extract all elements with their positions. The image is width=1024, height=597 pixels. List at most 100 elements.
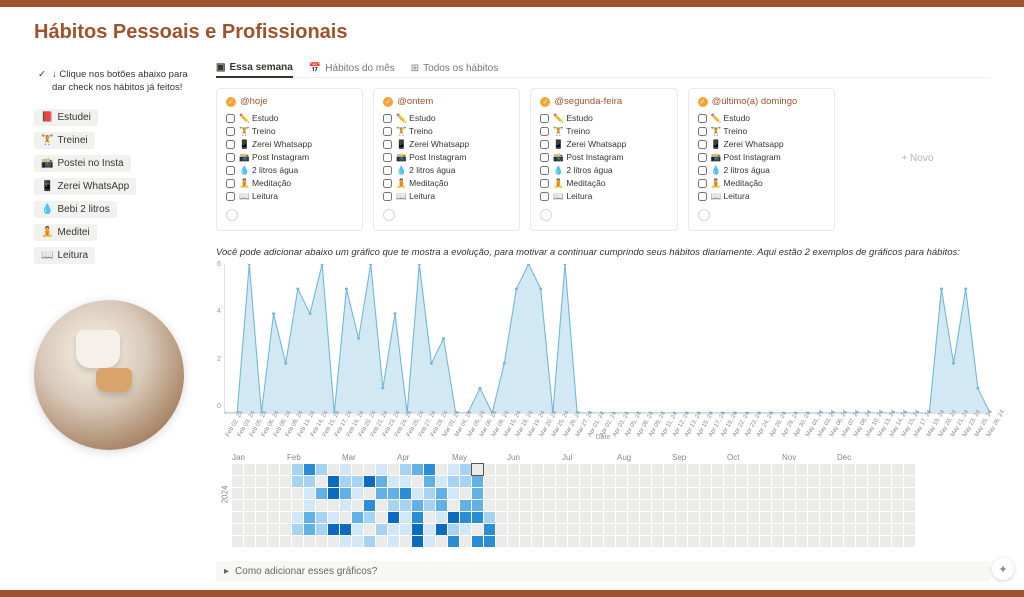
heatmap-cell[interactable] xyxy=(832,464,843,475)
heatmap-cell[interactable] xyxy=(892,464,903,475)
heatmap-cell[interactable] xyxy=(304,536,315,547)
heatmap-cell[interactable] xyxy=(496,500,507,511)
heatmap-cell[interactable] xyxy=(856,464,867,475)
heatmap-cell[interactable] xyxy=(256,464,267,475)
heatmap-cell[interactable] xyxy=(484,488,495,499)
heatmap-cell[interactable] xyxy=(844,476,855,487)
heatmap-cell[interactable] xyxy=(388,488,399,499)
heatmap-cell[interactable] xyxy=(316,500,327,511)
heatmap-cell[interactable] xyxy=(316,536,327,547)
heatmap-cell[interactable] xyxy=(640,500,651,511)
heatmap-cell[interactable] xyxy=(292,512,303,523)
heatmap-cell[interactable] xyxy=(544,488,555,499)
heatmap-cell[interactable] xyxy=(580,464,591,475)
heatmap-cell[interactable] xyxy=(532,464,543,475)
task-checkbox[interactable] xyxy=(540,192,549,201)
heatmap-cell[interactable] xyxy=(856,488,867,499)
heatmap-cell[interactable] xyxy=(676,512,687,523)
heatmap-cell[interactable] xyxy=(520,524,531,535)
heatmap-cell[interactable] xyxy=(556,464,567,475)
heatmap-cell[interactable] xyxy=(796,536,807,547)
heatmap-cell[interactable] xyxy=(232,512,243,523)
heatmap-cell[interactable] xyxy=(232,464,243,475)
heatmap-cell[interactable] xyxy=(868,512,879,523)
heatmap-cell[interactable] xyxy=(892,476,903,487)
heatmap-cell[interactable] xyxy=(724,512,735,523)
heatmap-cell[interactable] xyxy=(712,488,723,499)
heatmap-cell[interactable] xyxy=(832,488,843,499)
task-checkbox[interactable] xyxy=(226,114,235,123)
heatmap-cell[interactable] xyxy=(352,488,363,499)
heatmap-cell[interactable] xyxy=(772,464,783,475)
heatmap-cell[interactable] xyxy=(376,512,387,523)
heatmap-cell[interactable] xyxy=(484,464,495,475)
heatmap-cell[interactable] xyxy=(592,524,603,535)
heatmap-cell[interactable] xyxy=(316,512,327,523)
heatmap-cell[interactable] xyxy=(328,476,339,487)
heatmap-cell[interactable] xyxy=(676,488,687,499)
heatmap-cell[interactable] xyxy=(544,464,555,475)
heatmap-cell[interactable] xyxy=(280,512,291,523)
heatmap-cell[interactable] xyxy=(544,512,555,523)
heatmap-cell[interactable] xyxy=(280,488,291,499)
heatmap-cell[interactable] xyxy=(496,488,507,499)
heatmap-cell[interactable] xyxy=(484,524,495,535)
habit-check-button[interactable]: 🧘Meditei xyxy=(34,224,97,241)
heatmap-cell[interactable] xyxy=(448,476,459,487)
heatmap-cell[interactable] xyxy=(268,476,279,487)
heatmap-cell[interactable] xyxy=(412,536,423,547)
heatmap-cell[interactable] xyxy=(592,488,603,499)
heatmap-cell[interactable] xyxy=(244,500,255,511)
heatmap-cell[interactable] xyxy=(352,524,363,535)
heatmap-cell[interactable] xyxy=(892,524,903,535)
heatmap-cell[interactable] xyxy=(652,488,663,499)
heatmap-cell[interactable] xyxy=(808,464,819,475)
heatmap-cell[interactable] xyxy=(436,464,447,475)
heatmap-cell[interactable] xyxy=(796,524,807,535)
heatmap-cell[interactable] xyxy=(784,512,795,523)
heatmap-cell[interactable] xyxy=(556,524,567,535)
heatmap-cell[interactable] xyxy=(436,500,447,511)
heatmap-cell[interactable] xyxy=(628,488,639,499)
heatmap-cell[interactable] xyxy=(520,512,531,523)
heatmap-cell[interactable] xyxy=(448,488,459,499)
habit-check-button[interactable]: 📱Zerei WhatsApp xyxy=(34,178,136,195)
heatmap-cell[interactable] xyxy=(364,476,375,487)
task-checkbox[interactable] xyxy=(698,153,707,162)
heatmap-cell[interactable] xyxy=(592,476,603,487)
heatmap-cell[interactable] xyxy=(472,476,483,487)
heatmap-cell[interactable] xyxy=(664,488,675,499)
heatmap-cell[interactable] xyxy=(748,500,759,511)
heatmap-cell[interactable] xyxy=(784,464,795,475)
heatmap-cell[interactable] xyxy=(640,488,651,499)
heatmap-cell[interactable] xyxy=(412,476,423,487)
heatmap-cell[interactable] xyxy=(724,536,735,547)
task-checkbox[interactable] xyxy=(226,192,235,201)
task-checkbox[interactable] xyxy=(226,140,235,149)
heatmap-cell[interactable] xyxy=(424,476,435,487)
heatmap-cell[interactable] xyxy=(400,488,411,499)
heatmap-cell[interactable] xyxy=(532,536,543,547)
heatmap-cell[interactable] xyxy=(292,536,303,547)
task-checkbox[interactable] xyxy=(540,179,549,188)
heatmap-cell[interactable] xyxy=(412,524,423,535)
heatmap-cell[interactable] xyxy=(748,536,759,547)
heatmap-cell[interactable] xyxy=(304,464,315,475)
heatmap-cell[interactable] xyxy=(664,536,675,547)
heatmap-cell[interactable] xyxy=(352,476,363,487)
heatmap-cell[interactable] xyxy=(292,524,303,535)
heatmap-cell[interactable] xyxy=(460,488,471,499)
task-checkbox[interactable] xyxy=(226,166,235,175)
new-card-button[interactable]: + Novo xyxy=(845,88,990,231)
heatmap-cell[interactable] xyxy=(508,512,519,523)
heatmap-cell[interactable] xyxy=(232,500,243,511)
heatmap-cell[interactable] xyxy=(268,464,279,475)
heatmap-cell[interactable] xyxy=(436,476,447,487)
heatmap-cell[interactable] xyxy=(472,512,483,523)
heatmap-cell[interactable] xyxy=(304,524,315,535)
heatmap-cell[interactable] xyxy=(352,464,363,475)
heatmap-cell[interactable] xyxy=(328,536,339,547)
heatmap-cell[interactable] xyxy=(700,500,711,511)
heatmap-cell[interactable] xyxy=(460,464,471,475)
heatmap-cell[interactable] xyxy=(340,524,351,535)
